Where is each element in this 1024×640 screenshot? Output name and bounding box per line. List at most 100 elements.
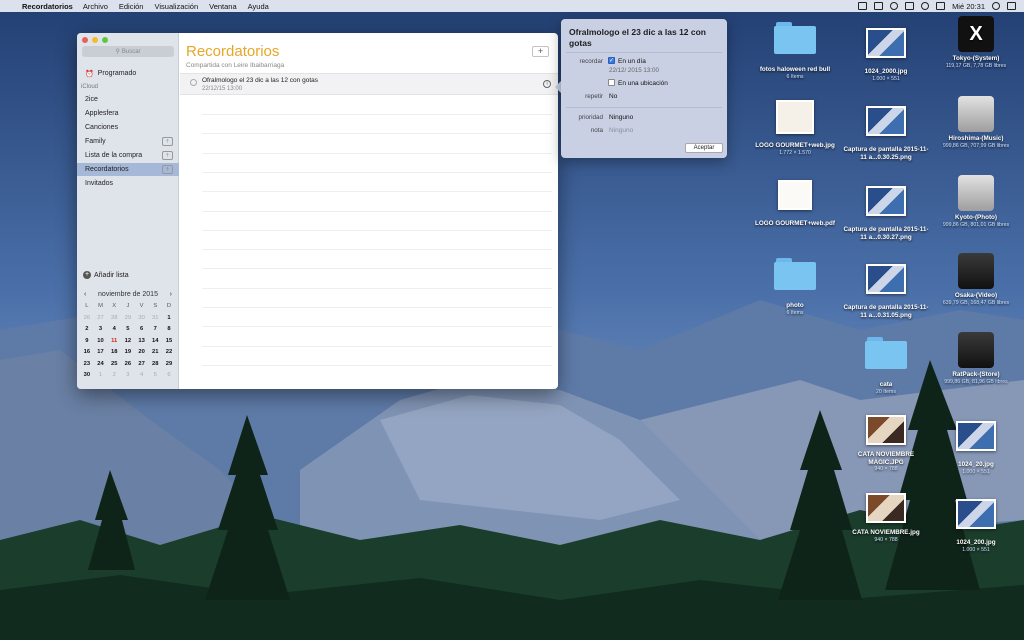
calendar-day[interactable]: 5 [148, 371, 162, 381]
desktop-icon[interactable]: Captura de pantalla 2015-11-11 a...0.31.… [841, 258, 931, 319]
desktop-icon[interactable]: 1024_2000.jpg 1.000 × 551 [841, 22, 931, 83]
desktop-icon[interactable]: CATA NOVIEMBRE.jpg 940 × 788 [841, 493, 931, 544]
calendar-day[interactable]: 13 [135, 337, 149, 347]
menu-ventana[interactable]: Ventana [209, 2, 237, 11]
calendar-day[interactable]: 8 [162, 325, 176, 335]
add-list-button[interactable]: + Añadir lista [83, 271, 129, 279]
calendar-day[interactable]: 3 [94, 325, 108, 335]
calendar-day[interactable]: 29 [162, 360, 176, 370]
desktop-icon[interactable]: 1024_200.jpg 1.000 × 551 [931, 493, 1021, 554]
calendar-day[interactable]: 23 [80, 360, 94, 370]
calendar-day[interactable]: 26 [80, 314, 94, 324]
menu-clock[interactable]: Mié 20:31 [952, 2, 985, 11]
calendar-day[interactable]: 26 [121, 360, 135, 370]
calendar-day[interactable]: 2 [107, 371, 121, 381]
shared-list-icon[interactable]: ⇡ [162, 137, 173, 146]
calendar-next-button[interactable]: › [170, 291, 172, 298]
calendar-day[interactable]: 30 [80, 371, 94, 381]
sidebar-list-item[interactable]: Family ⇡ [77, 135, 179, 148]
status-calendar-icon[interactable] [858, 2, 868, 10]
reminder-title[interactable]: Ofralmologo el 23 dic a las 12 con gotas [202, 77, 318, 84]
minimize-window-icon[interactable] [92, 37, 98, 43]
desktop-icon[interactable]: Kyoto-(Photo) 999,86 GB, 801,01 GB libres [931, 175, 1021, 229]
menu-visualizacion[interactable]: Visualización [154, 2, 198, 11]
desktop-icon[interactable]: CATA NOVIEMBRE MAGIC.JPG 940 × 788 [841, 415, 931, 473]
on-day-checkbox[interactable]: ✓ [608, 57, 615, 64]
notification-center-icon[interactable] [1007, 2, 1016, 10]
sidebar-list-item[interactable]: Recordatorios ⇡ [77, 163, 179, 176]
calendar-day[interactable]: 12 [121, 337, 135, 347]
calendar-day[interactable]: 7 [148, 325, 162, 335]
calendar-day[interactable]: 15 [162, 337, 176, 347]
desktop-icon[interactable]: LOGO GOURMET+web.pdf [750, 180, 840, 228]
spotlight-icon[interactable] [992, 2, 1000, 10]
calendar-day[interactable]: 1 [162, 314, 176, 324]
calendar-day[interactable]: 29 [121, 314, 135, 324]
menu-app-name[interactable]: Recordatorios [22, 2, 73, 11]
calendar-day[interactable]: 19 [121, 348, 135, 358]
sidebar-list-item[interactable]: Canciones [77, 121, 179, 134]
shared-list-icon[interactable]: ⇡ [162, 151, 173, 160]
sidebar-list-item[interactable]: 2ice [77, 93, 179, 106]
calendar-day[interactable]: 2 [80, 325, 94, 335]
close-window-icon[interactable] [82, 37, 88, 43]
desktop-icon[interactable]: RatPack-(Store) 999,86 GB, 81,96 GB libre… [931, 332, 1021, 386]
desktop-icon[interactable]: Captura de pantalla 2015-11-11 a...0.30.… [841, 180, 931, 241]
calendar-day[interactable]: 22 [162, 348, 176, 358]
calendar-day[interactable]: 31 [148, 314, 162, 324]
info-icon[interactable]: i [543, 80, 551, 88]
desktop-icon[interactable]: Captura de pantalla 2015-11-11 a...0.30.… [841, 100, 931, 161]
status-display-icon[interactable] [874, 2, 884, 10]
calendar-day[interactable]: 20 [135, 348, 149, 358]
sidebar-list-item[interactable]: Lista de la compra ⇡ [77, 149, 179, 162]
calendar-day[interactable]: 27 [135, 360, 149, 370]
calendar-day[interactable]: 25 [107, 360, 121, 370]
calendar-day[interactable]: 16 [80, 348, 94, 358]
wifi-icon[interactable] [921, 2, 930, 10]
desktop-icon[interactable]: cata 20 ítems [841, 337, 931, 396]
calendar-day[interactable]: 18 [107, 348, 121, 358]
calendar-day[interactable]: 1 [94, 371, 108, 381]
calendar-day[interactable]: 28 [148, 360, 162, 370]
popover-title[interactable]: Ofralmologo el 23 dic a las 12 con gotas [569, 27, 719, 48]
note-field[interactable]: Ninguno [609, 127, 633, 134]
complete-checkbox[interactable] [190, 79, 197, 86]
volume-icon[interactable] [936, 2, 946, 10]
calendar-day[interactable]: 28 [107, 314, 121, 324]
desktop-icon[interactable]: 1024_20.jpg 1.000 × 551 [931, 415, 1021, 476]
menu-ayuda[interactable]: Ayuda [248, 2, 269, 11]
at-location-checkbox[interactable] [608, 79, 615, 86]
remind-datetime[interactable]: 22/12/ 2015 13:00 [609, 67, 659, 74]
calendar-day[interactable]: 17 [94, 348, 108, 358]
sidebar-list-item[interactable]: Applesfera [77, 107, 179, 120]
calendar-day[interactable]: 14 [148, 337, 162, 347]
bluetooth-icon[interactable] [905, 2, 915, 10]
accept-button[interactable]: Aceptar [685, 143, 723, 153]
priority-select[interactable]: Ninguno [609, 114, 633, 121]
calendar-day[interactable]: 4 [135, 371, 149, 381]
calendar-prev-button[interactable]: ‹ [84, 291, 86, 298]
desktop-icon[interactable]: Hiroshima-(Music) 999,86 GB, 707,99 GB li… [931, 96, 1021, 150]
calendar-day[interactable]: 4 [107, 325, 121, 335]
desktop-icon[interactable]: photo 6 ítems [750, 258, 840, 317]
search-input[interactable]: ⚲ Buscar [82, 46, 174, 57]
calendar-day[interactable]: 11 [107, 337, 121, 347]
zoom-window-icon[interactable] [102, 37, 108, 43]
calendar-day[interactable]: 5 [121, 325, 135, 335]
desktop-icon[interactable]: Osaka-(Video) 639,79 GB, 168,47 GB libres [931, 253, 1021, 307]
menu-edicion[interactable]: Edición [119, 2, 144, 11]
sidebar-list-item[interactable]: Invitados [77, 177, 179, 190]
desktop-icon[interactable]: fotos haloween red bull 6 ítems [750, 22, 840, 81]
calendar-day[interactable]: 3 [121, 371, 135, 381]
shared-list-icon[interactable]: ⇡ [162, 165, 173, 174]
sidebar-item-scheduled[interactable]: ⏰ Programado [77, 67, 179, 80]
calendar-day[interactable]: 10 [94, 337, 108, 347]
calendar-day[interactable]: 30 [135, 314, 149, 324]
time-machine-icon[interactable] [890, 2, 899, 10]
calendar-day[interactable]: 21 [148, 348, 162, 358]
calendar-day[interactable]: 6 [135, 325, 149, 335]
desktop-icon[interactable]: LOGO GOURMET+web.jpg 1.772 × 1.570 [750, 100, 840, 157]
repeat-select[interactable]: No [609, 93, 617, 100]
add-reminder-button[interactable]: + [532, 46, 549, 57]
calendar-day[interactable]: 6 [162, 371, 176, 381]
